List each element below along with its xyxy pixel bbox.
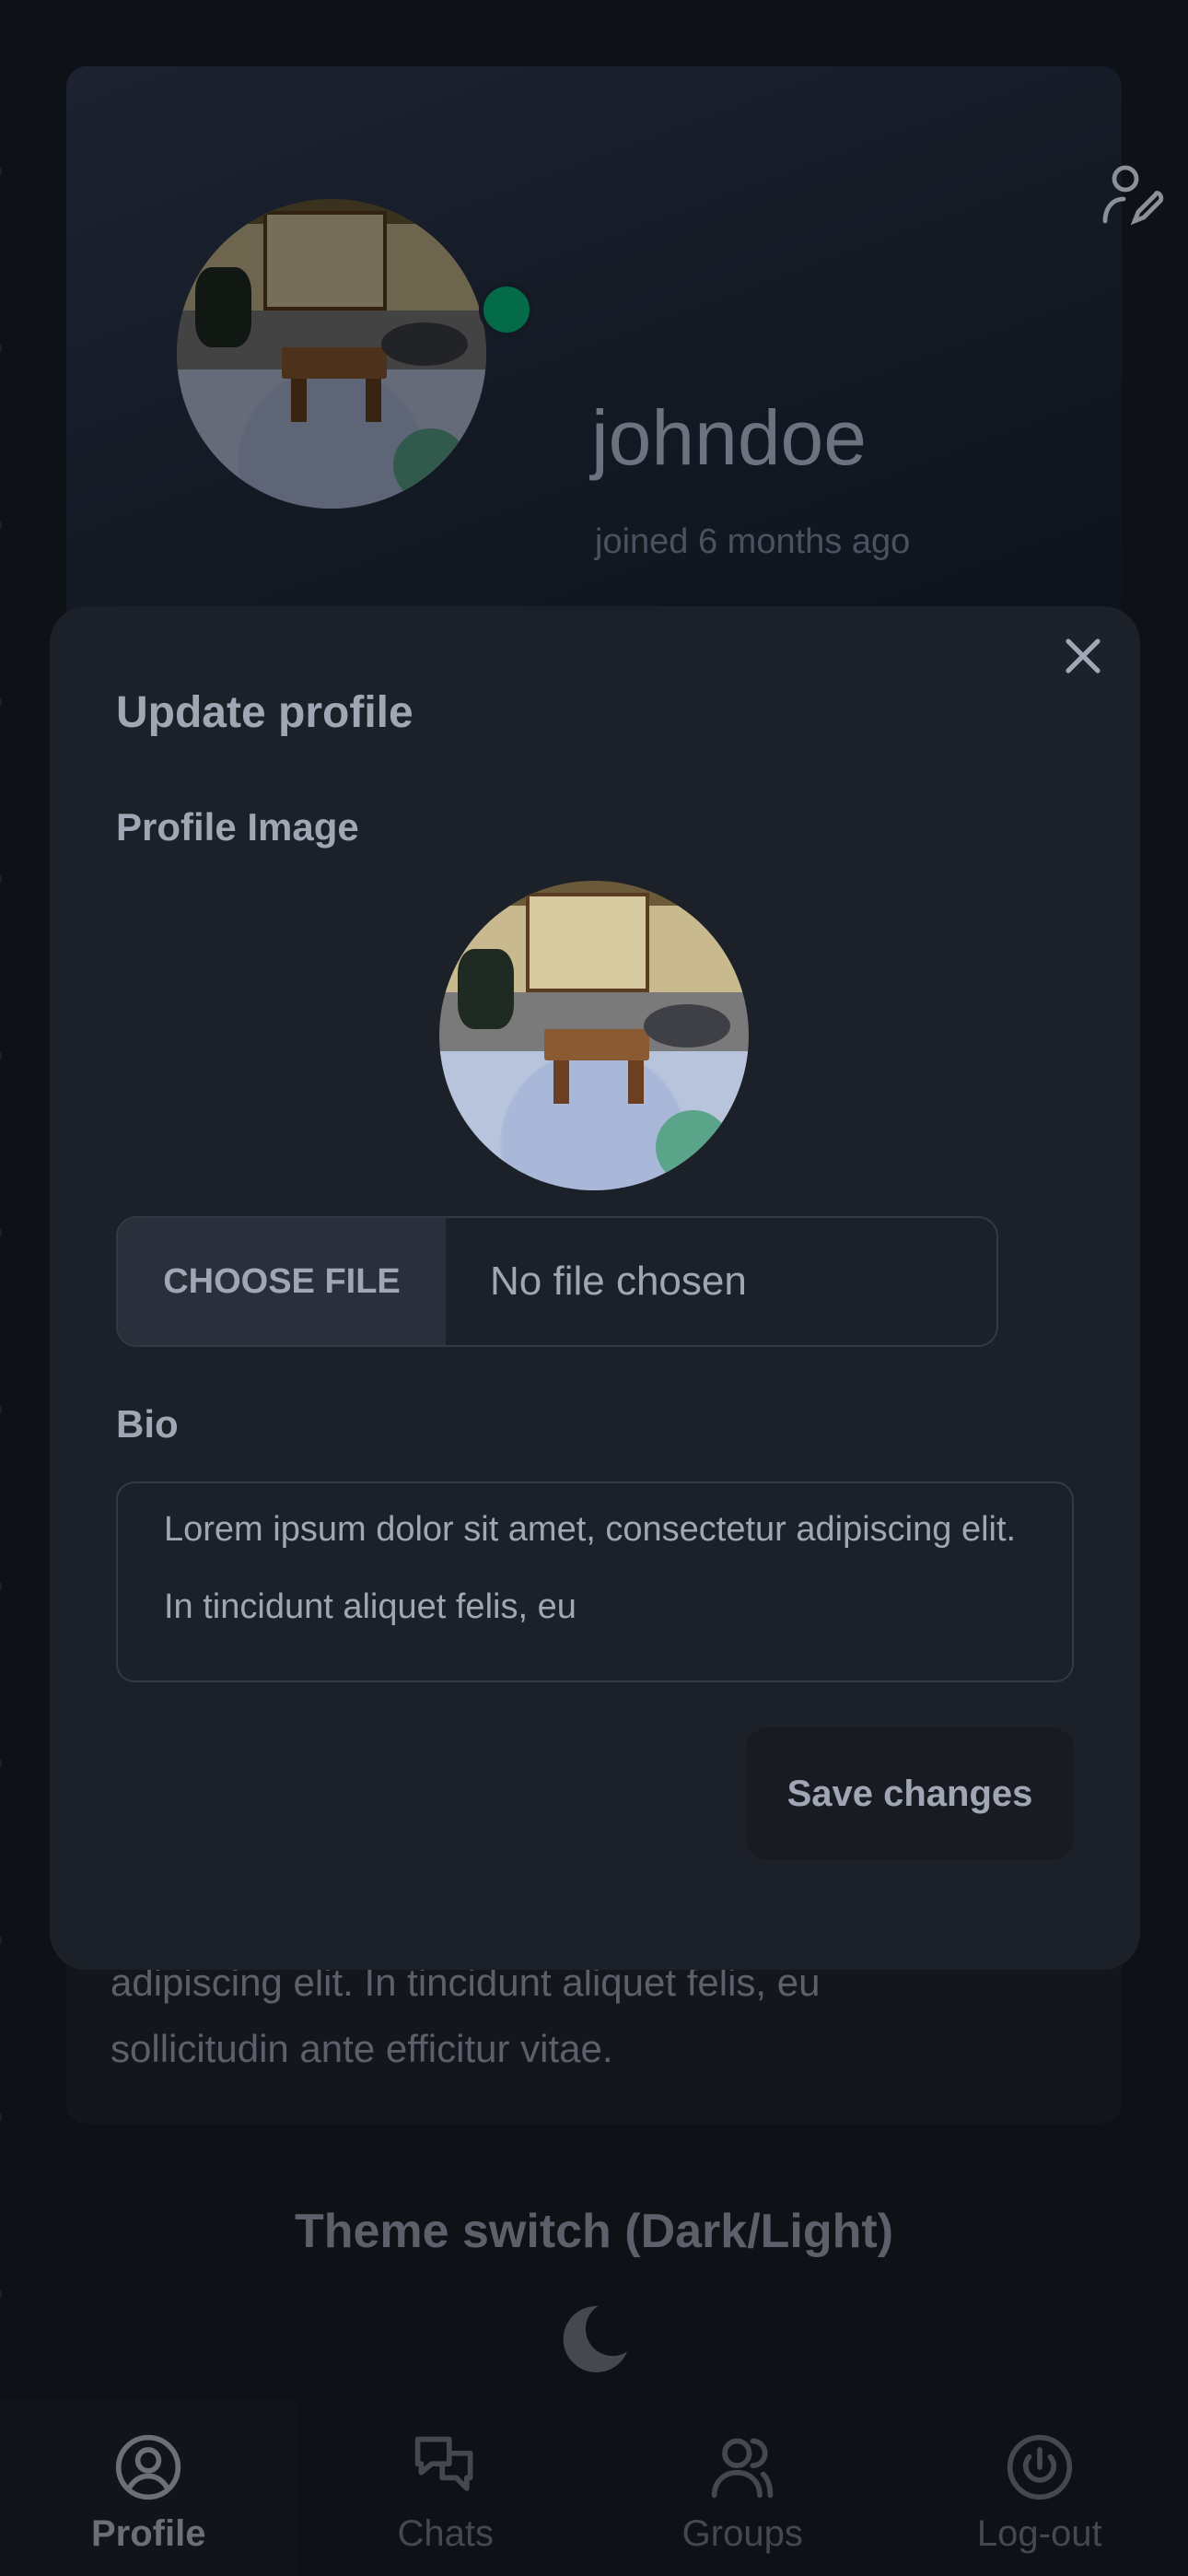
avatar — [177, 199, 486, 509]
modal-title: Update profile — [116, 688, 413, 737]
nav-groups[interactable]: Groups — [594, 2401, 891, 2576]
file-input[interactable]: CHOOSE FILE No file chosen — [116, 1216, 998, 1347]
bottom-nav: Profile Chats Groups Log-out — [0, 2401, 1188, 2576]
save-changes-button[interactable]: Save changes — [746, 1727, 1074, 1860]
nav-chats[interactable]: Chats — [297, 2401, 595, 2576]
bio-label: Bio — [116, 1402, 179, 1446]
profile-image-label: Profile Image — [116, 805, 359, 849]
theme-switch-title: Theme switch (Dark/Light) — [294, 2205, 894, 2258]
online-status-dot — [479, 282, 534, 337]
profile-image-preview — [439, 881, 749, 1190]
bio-textarea[interactable]: Lorem ipsum dolor sit amet, consectetur … — [116, 1481, 1074, 1682]
nav-label: Log-out — [976, 2513, 1102, 2554]
users-icon — [712, 2438, 774, 2499]
username: johndoe — [591, 394, 867, 481]
close-icon[interactable] — [1055, 628, 1111, 684]
moon-icon[interactable] — [553, 2298, 635, 2381]
nav-label: Chats — [397, 2513, 495, 2554]
update-profile-modal: Update profile Profile Image CHOOSE FILE… — [50, 606, 1140, 1970]
nav-label: Groups — [681, 2513, 803, 2554]
user-circle-icon — [116, 2434, 181, 2500]
choose-file-button[interactable]: CHOOSE FILE — [118, 1218, 446, 1345]
bio-text-line: sollicitudin ante efficitur vitae. — [111, 2027, 613, 2070]
file-status: No file chosen — [490, 1259, 747, 1304]
user-edit-icon[interactable] — [1096, 158, 1170, 232]
nav-logout[interactable]: Log-out — [891, 2401, 1188, 2576]
joined-date: joined 6 months ago — [595, 522, 911, 561]
nav-label: Profile — [91, 2513, 206, 2554]
nav-profile[interactable]: Profile — [0, 2401, 297, 2576]
chat-bubbles-icon — [414, 2436, 473, 2491]
power-icon — [1007, 2434, 1072, 2500]
